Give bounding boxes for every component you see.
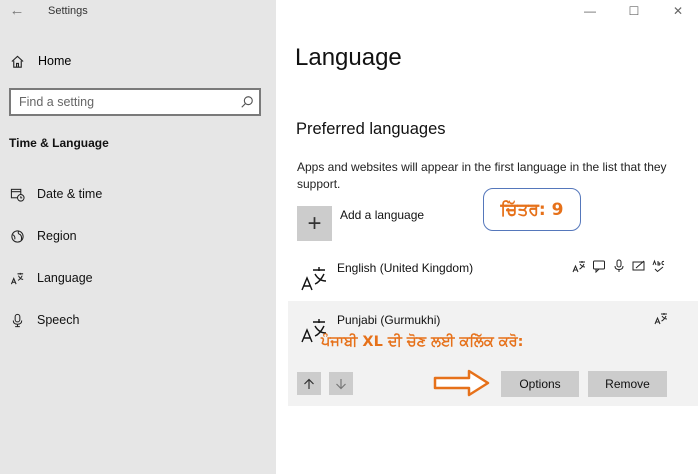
home-label: Home: [38, 54, 72, 68]
home-icon: [11, 55, 24, 68]
language-name: Punjabi (Gurmukhi): [337, 313, 441, 327]
sidebar-item-label: Date & time: [37, 187, 103, 201]
figure-callout: ਚਿੱਤਰ: 9: [483, 188, 581, 231]
sidebar-item-label: Language: [37, 271, 93, 285]
sidebar: ← Settings Home Time & Language Date & t…: [0, 0, 276, 474]
sidebar-item-home[interactable]: Home: [10, 52, 71, 70]
add-language-button[interactable]: +: [297, 206, 332, 241]
globe-icon: [11, 229, 24, 243]
sidebar-item-region[interactable]: Region: [10, 226, 77, 246]
maximize-icon[interactable]: ☐: [612, 0, 656, 22]
calendar-clock-icon: [10, 188, 25, 202]
add-language-label[interactable]: Add a language: [340, 208, 424, 222]
display-language-icon: [654, 313, 668, 325]
close-icon[interactable]: ✕: [656, 0, 700, 22]
sidebar-item-language[interactable]: Language: [10, 268, 93, 288]
arrow-down-icon: [336, 378, 346, 389]
minimize-icon[interactable]: —: [568, 0, 612, 22]
language-row-english[interactable]: English (United Kingdom): [276, 252, 700, 300]
move-up-button[interactable]: [297, 372, 321, 395]
options-button[interactable]: Options: [501, 371, 579, 397]
spellcheck-icon: [652, 259, 665, 273]
window-controls: — ☐ ✕: [568, 0, 700, 22]
remove-button[interactable]: Remove: [588, 371, 667, 397]
back-arrow-icon[interactable]: ←: [8, 2, 26, 20]
search-box[interactable]: [9, 88, 261, 116]
speech-icon: [593, 260, 605, 273]
handwriting-icon: [632, 260, 645, 271]
display-language-icon: [572, 261, 586, 273]
pointer-arrow-icon: [433, 369, 490, 397]
window-title: Settings: [48, 5, 88, 17]
language-icon: [10, 272, 24, 284]
sidebar-item-date-time[interactable]: Date & time: [10, 184, 102, 204]
instruction-annotation: ਪੰਜਾਬੀ XL ਦੀ ਚੋਣ ਲਈ ਕਲਿੱਕ ਕਰੋ:: [321, 334, 524, 350]
page-title: Language: [295, 44, 402, 71]
sidebar-item-label: Region: [37, 229, 77, 243]
language-feature-icons: [572, 259, 666, 273]
section-title: Time & Language: [9, 136, 109, 150]
preferred-languages-heading: Preferred languages: [296, 120, 446, 138]
plus-icon: +: [307, 209, 322, 237]
mic-icon: [614, 259, 624, 272]
language-feature-icons: [654, 311, 668, 325]
move-down-button[interactable]: [329, 372, 353, 395]
language-icon: [301, 267, 327, 291]
microphone-icon: [12, 313, 23, 327]
sidebar-item-label: Speech: [37, 313, 80, 327]
sidebar-item-speech[interactable]: Speech: [10, 310, 79, 330]
main-content: — ☐ ✕ Language Preferred languages Apps …: [276, 0, 700, 474]
language-name: English (United Kingdom): [337, 261, 474, 275]
search-input[interactable]: [11, 90, 221, 114]
search-icon[interactable]: [240, 95, 254, 109]
arrow-up-icon: [304, 378, 314, 389]
